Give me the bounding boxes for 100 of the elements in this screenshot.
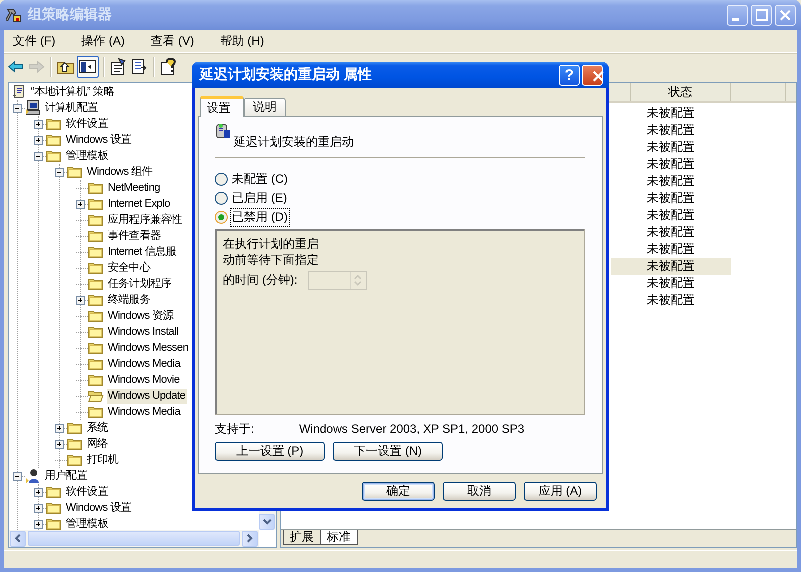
tree-item[interactable]: “本地计算机” 策略 bbox=[30, 84, 116, 100]
expand-icon[interactable] bbox=[34, 120, 43, 128]
table-cell-text: 未被配置 bbox=[646, 190, 696, 207]
description-text: 在执行计划的重启 动前等待下面指定 bbox=[223, 236, 320, 268]
properties-icon[interactable] bbox=[110, 58, 128, 76]
tree-item[interactable]: 打印机 bbox=[86, 452, 120, 468]
tree-item[interactable]: Windows Movie bbox=[107, 372, 181, 388]
expand-icon[interactable] bbox=[34, 488, 43, 496]
tree-item[interactable]: Windows Install bbox=[107, 324, 180, 340]
tab[interactable]: 标准 bbox=[320, 530, 358, 545]
close-button[interactable] bbox=[775, 4, 796, 26]
table-cell-text: 未被配置 bbox=[646, 173, 696, 190]
radio-icon bbox=[215, 192, 228, 205]
tree-item[interactable]: Windows Update bbox=[107, 388, 187, 404]
table-cell-text: 未被配置 bbox=[646, 122, 696, 139]
expand-icon[interactable] bbox=[76, 296, 85, 304]
tree-item[interactable]: 系统 bbox=[86, 420, 110, 436]
tree-item[interactable]: 计算机配置 bbox=[44, 100, 100, 116]
menu-item[interactable]: 文件 (F) bbox=[7, 32, 62, 50]
chevron-left-icon[interactable] bbox=[15, 534, 21, 543]
tree-item[interactable]: Windows Messen bbox=[107, 340, 190, 356]
close-icon bbox=[780, 10, 791, 20]
table-cell-text: 未被配置 bbox=[646, 207, 696, 224]
button[interactable]: 下一设置 (N) bbox=[333, 442, 443, 461]
expand-icon[interactable] bbox=[76, 200, 85, 208]
tree-item[interactable]: 应用程序兼容性 bbox=[107, 212, 184, 228]
table-cell-text: 未被配置 bbox=[646, 292, 696, 309]
expand-icon[interactable] bbox=[34, 136, 43, 144]
field-label: 的时间 (分钟): bbox=[223, 272, 298, 289]
tree-item[interactable]: Windows Media bbox=[107, 356, 182, 372]
minimize-icon bbox=[732, 18, 739, 20]
window-title: 组策略编辑器 bbox=[28, 6, 113, 24]
tree-item[interactable]: 用户配置 bbox=[44, 468, 88, 484]
user-icon bbox=[25, 468, 41, 484]
window-title: 延迟计划安装的重启动 属性 bbox=[200, 66, 373, 84]
tree-item[interactable]: 管理模板 bbox=[65, 516, 110, 530]
tab[interactable]: 说明 bbox=[244, 98, 286, 116]
tab[interactable]: 设置 bbox=[200, 96, 244, 117]
help-button[interactable]: ? bbox=[559, 64, 580, 86]
maximize-icon bbox=[756, 9, 768, 21]
expand-icon[interactable] bbox=[55, 440, 64, 448]
expand-icon[interactable] bbox=[34, 520, 43, 528]
column-header[interactable]: 状态 bbox=[668, 84, 692, 100]
button[interactable]: 上一设置 (P) bbox=[215, 442, 325, 461]
tree-item[interactable]: Internet 信息服 bbox=[107, 244, 178, 260]
app-icon bbox=[6, 7, 22, 23]
minimize-button[interactable] bbox=[727, 4, 748, 26]
button[interactable]: 应用 (A) bbox=[524, 482, 597, 501]
table-cell-text: 未被配置 bbox=[646, 241, 696, 258]
expand-icon[interactable] bbox=[34, 504, 43, 512]
tab[interactable]: 扩展 bbox=[283, 530, 321, 545]
tree-item[interactable]: Windows Media bbox=[107, 404, 182, 420]
tree-item[interactable]: 软件设置 bbox=[65, 484, 110, 500]
expand-icon[interactable] bbox=[55, 424, 64, 432]
tree-item[interactable]: Windows 设置 bbox=[65, 132, 133, 148]
chevron-down-icon[interactable] bbox=[262, 519, 272, 525]
radio-button[interactable]: 已启用 (E) bbox=[215, 189, 288, 208]
tree-item[interactable]: 管理模板 bbox=[65, 148, 110, 164]
tree-item[interactable]: 终端服务 bbox=[107, 292, 152, 308]
chevron-right-icon[interactable] bbox=[247, 534, 253, 543]
arrow-left-icon[interactable] bbox=[6, 58, 24, 76]
collapse-icon[interactable] bbox=[13, 472, 22, 480]
supported-value: Windows Server 2003, XP SP1, 2000 SP3 bbox=[299, 422, 525, 436]
radio-icon bbox=[215, 211, 228, 224]
menu-item[interactable]: 操作 (A) bbox=[76, 32, 131, 50]
table-cell-text: 未被配置 bbox=[646, 224, 696, 241]
tree-item[interactable]: Windows 资源 bbox=[107, 308, 175, 324]
computer-icon bbox=[25, 100, 41, 116]
table-cell-text: 未被配置 bbox=[646, 275, 696, 292]
collapse-icon[interactable] bbox=[34, 152, 43, 160]
radio-button[interactable]: 未配置 (C) bbox=[215, 170, 289, 189]
export-list-icon[interactable] bbox=[130, 58, 148, 76]
tree-item[interactable]: 网络 bbox=[86, 436, 110, 452]
scrollbar[interactable] bbox=[9, 530, 259, 547]
help-icon[interactable] bbox=[160, 58, 178, 76]
collapse-icon[interactable] bbox=[13, 104, 22, 112]
collapse-icon[interactable] bbox=[55, 168, 64, 176]
tree-item[interactable]: Windows 组件 bbox=[86, 164, 154, 180]
table-cell-text: 未被配置 bbox=[646, 139, 696, 156]
table-cell-text: 未被配置 bbox=[646, 105, 696, 122]
policy-icon bbox=[215, 123, 231, 139]
policy-name: 延迟计划安装的重启动 bbox=[234, 134, 354, 151]
tree-item[interactable]: Internet Explo bbox=[107, 196, 172, 212]
tree-item[interactable]: 事件查看器 bbox=[107, 228, 162, 244]
maximize-button[interactable] bbox=[751, 4, 772, 26]
supported-label: 支持于: bbox=[215, 420, 254, 438]
tree-item[interactable]: 安全中心 bbox=[107, 260, 152, 276]
button[interactable]: 取消 bbox=[443, 482, 516, 501]
tree-item[interactable]: NetMeeting bbox=[107, 180, 162, 196]
tree-item[interactable]: 软件设置 bbox=[65, 116, 110, 132]
scroll-icon bbox=[11, 84, 27, 100]
radio-icon bbox=[215, 173, 228, 186]
menu-item[interactable]: 查看 (V) bbox=[145, 32, 200, 50]
tree-item[interactable]: Windows 设置 bbox=[65, 500, 133, 516]
tree-item[interactable]: 任务计划程序 bbox=[107, 276, 173, 292]
menu-item[interactable]: 帮助 (H) bbox=[214, 32, 270, 50]
table-cell-text: 未被配置 bbox=[646, 156, 696, 173]
table-cell: 未被配置 bbox=[611, 258, 731, 275]
radio-button[interactable]: 已禁用 (D) bbox=[215, 208, 289, 227]
button[interactable]: 确定 bbox=[362, 482, 435, 501]
